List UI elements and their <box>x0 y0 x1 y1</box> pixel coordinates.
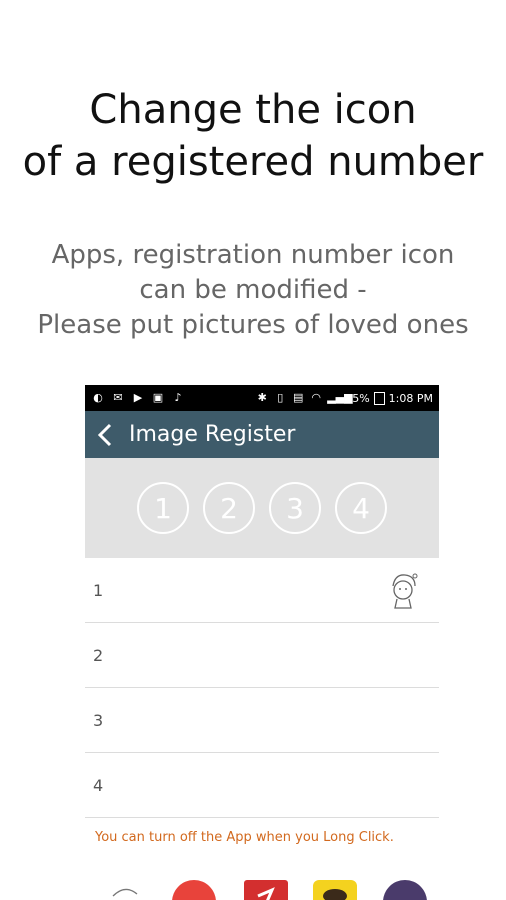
row-number: 4 <box>93 775 104 795</box>
music-icon: ♪ <box>174 391 182 404</box>
row-number: 2 <box>93 645 104 665</box>
hint-text: You can turn off the App when you Long C… <box>95 830 394 845</box>
row-number: 3 <box>93 710 104 730</box>
icon-slots: 1 2 3 4 <box>85 458 439 558</box>
photo-app-icon[interactable] <box>383 880 427 900</box>
headline-line-1: Change the icon <box>89 87 417 133</box>
vibrate-icon: ▯ <box>277 391 284 404</box>
list-item[interactable]: 3 <box>85 688 439 753</box>
chevron-left-icon <box>97 423 112 446</box>
image-icon: ▣ <box>152 391 164 404</box>
headline: Change the icon of a registered number <box>0 84 506 188</box>
battery-percent: 85% <box>345 391 370 405</box>
list-item[interactable]: 2 <box>85 623 439 688</box>
notification-icon: ◐ <box>93 391 103 404</box>
subtitle: Apps, registration number icon can be mo… <box>0 238 506 343</box>
slot-3[interactable]: 3 <box>269 482 321 534</box>
red-app-icon[interactable] <box>244 880 288 900</box>
app-dock <box>0 880 506 900</box>
play-icon: ▶ <box>133 391 143 404</box>
status-bar: ◐ ✉ ▶ ▣ ♪ ✱ ▯ ▤ ◠ ▂▄▆ 85% 1:08 PM <box>85 385 439 411</box>
subtitle-line-1: Apps, registration number icon <box>51 240 455 270</box>
list-item[interactable]: 1 <box>85 558 439 623</box>
character-avatar-icon <box>385 570 421 614</box>
character-app-icon[interactable] <box>103 880 147 900</box>
status-time: 1:08 PM <box>388 391 433 405</box>
signal-icon: ▂▄▆ <box>327 391 353 404</box>
message-icon: ✉ <box>113 391 123 404</box>
red-circle-app-icon[interactable] <box>172 880 216 900</box>
row-number: 1 <box>93 580 104 600</box>
battery-icon <box>373 391 385 405</box>
app-bar: Image Register <box>85 411 439 458</box>
phone-screenshot: ◐ ✉ ▶ ▣ ♪ ✱ ▯ ▤ ◠ ▂▄▆ 85% 1:08 PM Image … <box>85 385 439 900</box>
slot-2[interactable]: 2 <box>203 482 255 534</box>
subtitle-line-2: can be modified - <box>139 275 367 305</box>
app-title: Image Register <box>129 422 296 447</box>
subtitle-line-3: Please put pictures of loved ones <box>37 310 469 340</box>
yellow-talk-app-icon[interactable] <box>313 880 357 900</box>
back-arrow-icon[interactable] <box>85 411 125 458</box>
bluetooth-icon: ✱ <box>257 391 267 404</box>
wifi-icon: ◠ <box>311 391 322 404</box>
slot-1[interactable]: 1 <box>137 482 189 534</box>
headline-line-2: of a registered number <box>22 139 484 185</box>
hd-icon: ▤ <box>293 391 304 404</box>
list-item[interactable]: 4 <box>85 753 439 818</box>
slot-4[interactable]: 4 <box>335 482 387 534</box>
